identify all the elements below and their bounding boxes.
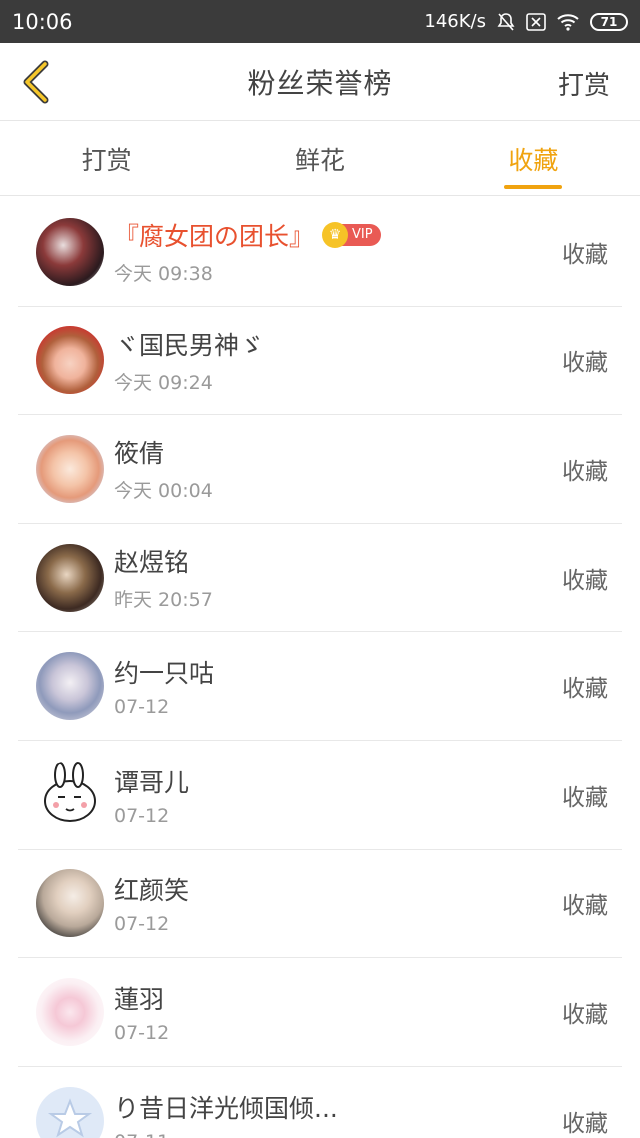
sim-off-icon xyxy=(526,12,546,31)
favorite-label: 收藏 xyxy=(562,241,608,268)
favorite-label: 收藏 xyxy=(562,567,608,594)
fan-name: 蓮羽 xyxy=(114,984,165,1014)
avatar xyxy=(36,977,104,1046)
fan-name: 红颜笑 xyxy=(114,876,190,906)
avatar xyxy=(36,652,104,721)
list-item[interactable]: 约一只咕 07-12 收藏 xyxy=(18,632,622,741)
list-item[interactable]: 红颜笑 07-12 收藏 xyxy=(18,850,622,959)
list-item[interactable]: 筱倩 今天 00:04 收藏 xyxy=(18,415,622,524)
list-item[interactable]: 赵煜铭 昨天 20:57 收藏 xyxy=(18,524,622,633)
list-item[interactable]: ヾ国民男神ゞ 今天 09:24 收藏 xyxy=(18,307,622,416)
avatar xyxy=(36,1086,104,1138)
fan-time: 07-12 xyxy=(114,804,170,827)
status-bar: 10:06 146K/s 71 xyxy=(0,0,640,43)
favorite-label: 收藏 xyxy=(562,1001,608,1028)
fan-name: 约一只咕 xyxy=(114,659,215,689)
fan-name: 筱倩 xyxy=(114,439,165,469)
status-icons: 146K/s 71 xyxy=(424,11,628,32)
fan-time: 今天 00:04 xyxy=(114,480,213,503)
avatar xyxy=(36,543,104,612)
battery-icon: 71 xyxy=(590,12,628,31)
reward-button[interactable]: 打赏 xyxy=(558,65,610,102)
nav-bar: 粉丝荣誉榜 打赏 xyxy=(0,43,640,121)
fan-time: 07-12 xyxy=(114,696,170,719)
favorite-label: 收藏 xyxy=(562,676,608,703)
avatar xyxy=(36,760,104,829)
fan-name: り昔日洋光倾国倾... xyxy=(114,1093,338,1123)
fan-time: 07-12 xyxy=(114,913,170,936)
network-speed: 146K/s xyxy=(424,11,486,32)
fan-time: 今天 09:38 xyxy=(114,263,213,286)
chevron-left-icon xyxy=(23,60,49,104)
favorite-label: 收藏 xyxy=(562,458,608,485)
wifi-icon xyxy=(556,13,580,31)
list-item[interactable]: 蓮羽 07-12 收藏 xyxy=(18,958,622,1067)
fan-time: 今天 09:24 xyxy=(114,371,213,394)
avatar xyxy=(36,326,104,395)
mute-bell-icon xyxy=(496,12,516,32)
favorite-label: 收藏 xyxy=(562,350,608,377)
status-time: 10:06 xyxy=(12,9,73,34)
fan-name: 赵煜铭 xyxy=(114,548,190,578)
fan-time: 07-11 xyxy=(114,1131,562,1138)
fan-list: 『腐女团の团长』 ♛ VIP 今天 09:38 收藏 ヾ国民男神ゞ 今天 09:… xyxy=(0,198,640,1138)
tab-flowers[interactable]: 鲜花 xyxy=(213,122,426,195)
fan-name: 『腐女团の团长』 xyxy=(114,222,315,252)
fan-name: 谭哥儿 xyxy=(114,767,190,797)
fan-name: ヾ国民男神ゞ xyxy=(114,330,265,360)
favorite-label: 收藏 xyxy=(562,1110,608,1137)
tab-reward[interactable]: 打赏 xyxy=(0,122,213,195)
back-button[interactable] xyxy=(16,57,56,107)
page-title: 粉丝荣誉榜 xyxy=(247,66,393,100)
favorite-label: 收藏 xyxy=(562,784,608,811)
tab-favorites[interactable]: 收藏 xyxy=(427,122,640,195)
fan-time: 07-12 xyxy=(114,1021,170,1044)
list-item[interactable]: 谭哥儿 07-12 收藏 xyxy=(18,741,622,850)
list-item[interactable]: り昔日洋光倾国倾... 07-11 收藏 xyxy=(18,1067,622,1138)
fan-time: 昨天 20:57 xyxy=(114,589,213,612)
tab-bar: 打赏 鲜花 收藏 xyxy=(0,122,640,196)
vip-badge: ♛ VIP xyxy=(322,222,381,249)
avatar xyxy=(36,434,104,503)
avatar xyxy=(36,869,104,938)
avatar xyxy=(36,217,104,286)
favorite-label: 收藏 xyxy=(562,893,608,920)
list-item[interactable]: 『腐女团の团长』 ♛ VIP 今天 09:38 收藏 xyxy=(18,198,622,307)
